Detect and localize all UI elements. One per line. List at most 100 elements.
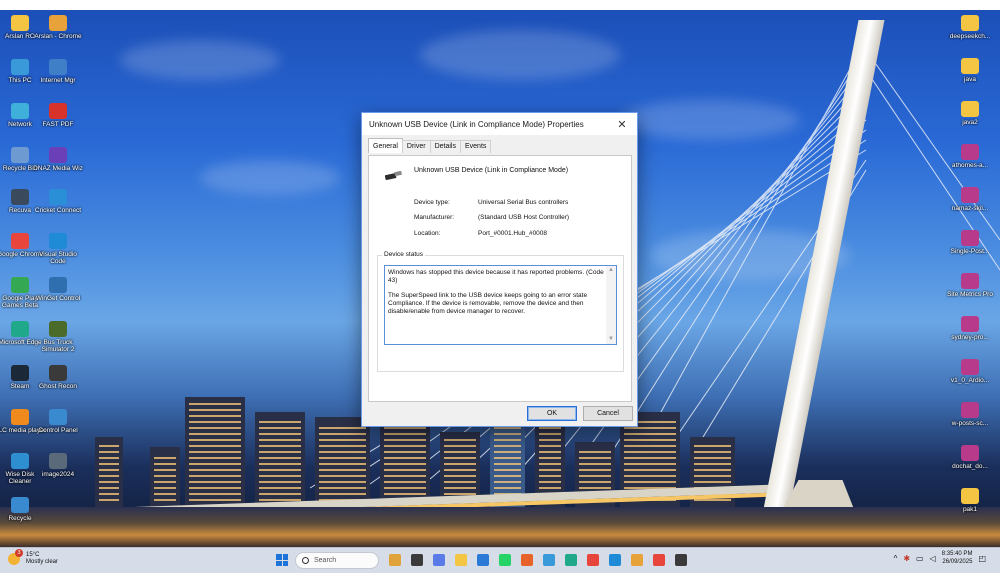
weather-widget[interactable]: 3 15°C Mostly clear — [8, 549, 58, 566]
property-value: Universal Serial Bus controllers — [478, 199, 569, 206]
tab-details[interactable]: Details — [429, 140, 461, 153]
folder-icon — [961, 101, 979, 117]
weather-icon: 3 — [8, 549, 23, 565]
store-icon[interactable] — [477, 554, 489, 566]
recycle-bin-icon — [11, 147, 29, 163]
status-scrollbar[interactable]: ▲ ▼ — [606, 266, 616, 344]
desktop-icon[interactable]: WinGet Control — [35, 277, 81, 302]
desktop-icon-label: Internet Mgr — [40, 77, 76, 84]
chevron-up-icon[interactable]: ^ — [894, 554, 898, 563]
building — [150, 447, 180, 507]
notepad-icon[interactable] — [543, 554, 555, 566]
desktop-icon[interactable]: image2024 — [35, 453, 81, 478]
desktop-icon[interactable]: sydney-pro... — [947, 316, 993, 341]
control-panel-icon — [49, 409, 67, 425]
chrome-profile-icon[interactable] — [631, 554, 643, 566]
notification-badge: 3 — [15, 549, 23, 557]
desktop-icon[interactable]: Control Panel — [35, 409, 81, 434]
cricket-icon — [49, 189, 67, 205]
scroll-down-icon[interactable]: ▼ — [606, 335, 616, 344]
desktop-icon-label: FAST PDF — [42, 121, 74, 128]
desktop-icon[interactable]: Ghost Recon — [35, 365, 81, 390]
desktop-icon-label: namaz-skil... — [951, 205, 989, 212]
edge-icon — [11, 321, 29, 337]
volume-icon[interactable]: ◁ — [930, 554, 936, 563]
property-row: Manufacturer: (Standard USB Host Control… — [414, 214, 569, 221]
scroll-up-icon[interactable]: ▲ — [606, 266, 616, 275]
disk-cleaner-icon — [11, 453, 29, 469]
desktop-icon-label: DNAZ Media Wiz — [33, 165, 83, 172]
desktop-icon[interactable]: Visual Studio Code — [35, 233, 81, 265]
archive-icon — [961, 445, 979, 461]
desktop-icon[interactable]: dochat_do... — [947, 445, 993, 470]
tab-strip: General Driver Details Events — [368, 138, 492, 153]
desktop-icon-label: sydney-pro... — [951, 334, 989, 341]
desktop-icon-label: Visual Studio Code — [39, 251, 77, 265]
windows-logo-icon — [276, 554, 282, 560]
archive-icon — [961, 316, 979, 332]
desktop-icon[interactable]: java2 — [947, 101, 993, 126]
vscode-icon[interactable] — [609, 554, 621, 566]
tab-events[interactable]: Events — [459, 140, 492, 153]
desktop-icon-label: athomes-a... — [951, 162, 989, 169]
desktop-icon-label: deepseekch... — [949, 33, 991, 40]
desktop-icon[interactable]: FAST PDF — [35, 103, 81, 128]
desktop-icon-label: dochat_do... — [952, 463, 988, 470]
file-explorer-icon[interactable] — [455, 554, 467, 566]
folder-icon — [961, 58, 979, 74]
cancel-button[interactable]: Cancel — [583, 406, 633, 421]
edge-icon[interactable] — [565, 554, 577, 566]
desktop-icon[interactable]: Site Metrics Pro — [947, 273, 993, 298]
desktop-icon[interactable]: pak1 — [947, 488, 993, 513]
taskbar-search[interactable]: Search — [295, 552, 379, 569]
close-icon[interactable]: ✕ — [607, 113, 637, 135]
pdf-icon — [49, 103, 67, 119]
copilot-icon[interactable] — [433, 554, 445, 566]
desktop-icon[interactable]: Bus Truck Simulator 2 — [35, 321, 81, 353]
desktop-icon[interactable]: w-posts-sc... — [947, 402, 993, 427]
desktop-icon[interactable]: Recycle — [0, 497, 43, 522]
clock[interactable]: 8:35:40 PM 26/09/2025 — [942, 550, 973, 566]
download-manager-icon — [49, 59, 67, 75]
desktop-icon[interactable]: DNAZ Media Wiz — [33, 147, 83, 172]
widgets-icon[interactable] — [389, 554, 401, 566]
media-player-icon[interactable] — [521, 554, 533, 566]
settings-icon[interactable] — [675, 554, 687, 566]
desktop-icon[interactable]: Cricket Connect — [35, 189, 81, 214]
device-status-textbox[interactable]: Windows has stopped this device because … — [384, 265, 617, 345]
whatsapp-icon[interactable] — [499, 554, 511, 566]
desktop-icon[interactable]: java — [947, 58, 993, 83]
search-placeholder: Search — [314, 557, 337, 564]
properties-dialog: Unknown USB Device (Link in Compliance M… — [361, 112, 638, 427]
task-view-icon[interactable] — [411, 554, 423, 566]
tab-general[interactable]: General — [368, 138, 403, 153]
start-button[interactable] — [276, 554, 288, 566]
desktop-icon[interactable]: deepseekch... — [947, 15, 993, 40]
desktop-icon-label: Cricket Connect — [34, 207, 82, 214]
desktop-icon-label: w-posts-sc... — [951, 420, 989, 427]
ok-button[interactable]: OK — [527, 406, 577, 421]
folder-icon — [961, 15, 979, 31]
chrome-icon[interactable] — [653, 554, 665, 566]
steam-icon — [11, 365, 29, 381]
desktop-icon[interactable]: athomes-a... — [947, 144, 993, 169]
app-tray-icon[interactable]: ✱ — [903, 554, 910, 563]
chrome-icon[interactable] — [587, 554, 599, 566]
desktop-icon[interactable]: namaz-skil... — [947, 187, 993, 212]
archive-icon — [961, 187, 979, 203]
weather-temp: 15°C — [26, 552, 40, 558]
winget-icon — [49, 277, 67, 293]
desktop-icon[interactable]: Single-Post... — [947, 230, 993, 255]
dialog-titlebar[interactable]: Unknown USB Device (Link in Compliance M… — [362, 113, 637, 135]
media-icon — [49, 147, 67, 163]
desktop-icon[interactable]: v1_0_Ardio... — [947, 359, 993, 384]
desktop-icon[interactable]: Internet Mgr — [35, 59, 81, 84]
clock-date: 26/09/2025 — [942, 559, 973, 565]
notifications-icon[interactable]: ◰ — [978, 554, 986, 563]
general-panel: Unknown USB Device (Link in Compliance M… — [368, 155, 632, 402]
recuva-icon — [11, 189, 29, 205]
display-icon[interactable]: ▭ — [916, 554, 924, 563]
tab-driver[interactable]: Driver — [401, 140, 431, 153]
desktop-icon[interactable]: Arslan - Chrome — [34, 15, 82, 40]
desktop-icon-label: Bus Truck Simulator 2 — [41, 339, 75, 353]
